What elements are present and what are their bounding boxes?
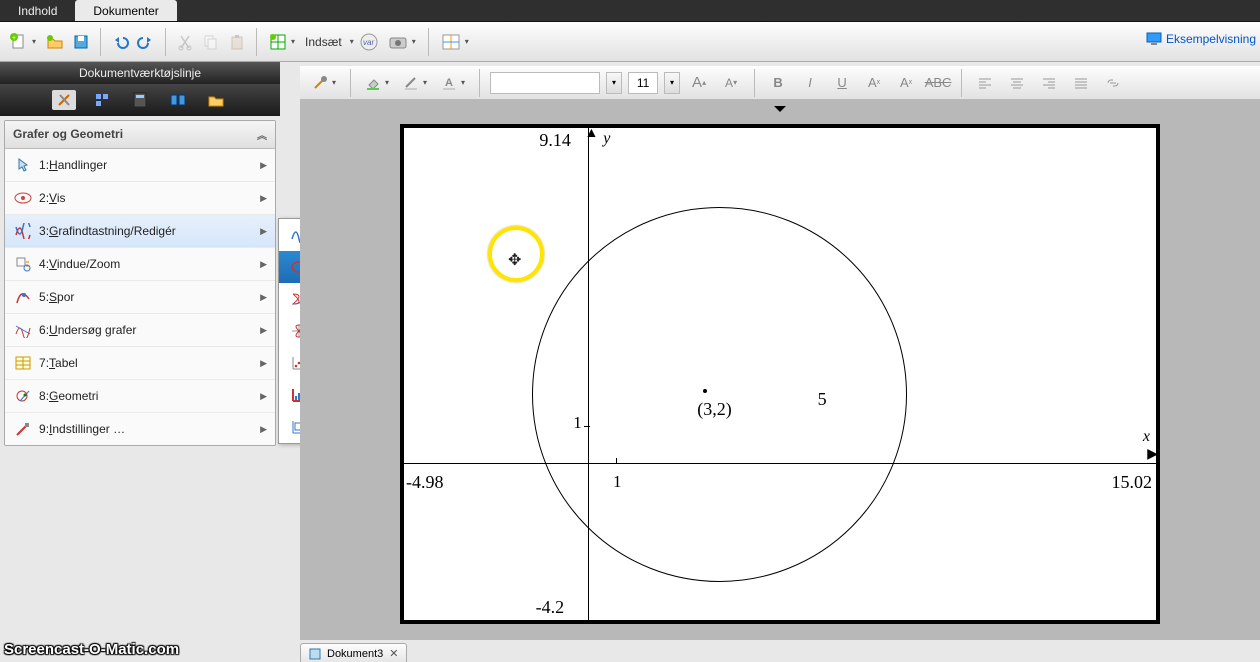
top-tab-bar: Indhold Dokumenter	[0, 0, 1260, 22]
svg-text:A: A	[445, 77, 453, 89]
x-axis-label: x	[1143, 428, 1150, 446]
menu-graph-entry[interactable]: 3:Grafindtastning/Redigér▶	[5, 215, 275, 248]
svg-text:+: +	[12, 35, 16, 42]
panel-collapse-icon[interactable]: ︽	[257, 127, 267, 142]
graph-page[interactable]: ▲ ▶ y x 9.14 -4.2 -4.98 15.02 1 1 (3,2) …	[400, 124, 1160, 624]
open-doc-button[interactable]	[44, 31, 66, 53]
y-axis-label: y	[603, 130, 610, 148]
underline-button[interactable]: U	[829, 72, 855, 94]
graphs-geometry-panel: Grafer og Geometri ︽ 1:Handlinger▶ 2:Vis…	[4, 120, 276, 446]
text-color-button[interactable]: A▾	[437, 72, 469, 94]
close-tab-button[interactable]: ✕	[389, 647, 398, 660]
highlight-ring-icon	[488, 226, 544, 282]
menu-window-zoom[interactable]: 4:Vindue/Zoom▶	[5, 248, 275, 281]
strikethrough-button[interactable]: ABC	[925, 72, 951, 94]
font-family-select[interactable]	[490, 72, 600, 94]
panel-header[interactable]: Grafer og Geometri ︽	[5, 121, 275, 149]
trace-icon	[13, 288, 33, 306]
page-indicator-icon	[774, 106, 786, 112]
copy-button[interactable]	[200, 31, 222, 53]
bold-button[interactable]: B	[765, 72, 791, 94]
font-decrease-button[interactable]: A▾	[718, 72, 744, 94]
new-doc-button[interactable]: +▾	[6, 31, 40, 53]
eye-icon	[13, 189, 33, 207]
paste-button[interactable]	[226, 31, 248, 53]
menu-view[interactable]: 2:Vis▶	[5, 182, 275, 215]
fill-color-button[interactable]: ▾	[361, 72, 393, 94]
font-increase-button[interactable]: A▴	[686, 72, 712, 94]
align-left-button[interactable]	[972, 72, 998, 94]
menu-analyze[interactable]: 6:Undersøg grafer▶	[5, 314, 275, 347]
cut-button[interactable]	[174, 31, 196, 53]
graph-entry-icon	[13, 222, 33, 240]
y-max-label: 9.14	[539, 130, 571, 151]
canvas-area: ▲ ▶ y x 9.14 -4.2 -4.98 15.02 1 1 (3,2) …	[300, 100, 1260, 640]
y-arrowhead-icon: ▲	[584, 124, 598, 140]
menu-table[interactable]: 7:Tabel▶	[5, 347, 275, 380]
table-icon	[13, 354, 33, 372]
insert-grid-button[interactable]: ▾	[265, 31, 299, 53]
document-tab[interactable]: Dokument3 ✕	[300, 643, 407, 662]
font-family-dropdown[interactable]: ▾	[606, 72, 622, 94]
menu-actions[interactable]: 1:Handlinger▶	[5, 149, 275, 182]
folder-icon[interactable]	[204, 90, 228, 110]
page-sorter-icon[interactable]	[90, 90, 114, 110]
left-panel: Dokumentværktøjslinje Grafer og Geometri…	[0, 62, 280, 450]
analyze-icon	[13, 321, 33, 339]
main-toolbar: +▾ ▾ Indsæt ▾ var ▾ ▾ Eksempelvisning	[0, 22, 1260, 62]
radius-label: 5	[818, 389, 827, 410]
book-icon[interactable]	[166, 90, 190, 110]
graph-circle[interactable]	[532, 207, 907, 582]
settings-icon	[13, 420, 33, 438]
save-button[interactable]	[70, 31, 92, 53]
calculator-icon[interactable]	[128, 90, 152, 110]
center-label: (3,2)	[697, 399, 732, 420]
watermark: Screencast-O-Matic.com	[4, 641, 179, 658]
align-right-button[interactable]	[1036, 72, 1062, 94]
align-justify-button[interactable]	[1068, 72, 1094, 94]
camera-button[interactable]: ▾	[384, 31, 420, 53]
x-min-label: -4.98	[406, 472, 444, 493]
tab-content[interactable]: Indhold	[0, 0, 75, 21]
link-button[interactable]	[1100, 72, 1126, 94]
variable-button[interactable]: var	[358, 31, 380, 53]
x-max-label: 15.02	[1112, 472, 1153, 493]
format-toolbar: ▾ ▾ ▾ A▾ ▾ 11 ▾ A▴ A▾ B I U Ax Ax ABC	[300, 66, 1260, 100]
preview-link[interactable]: Eksempelvisning	[1146, 32, 1256, 46]
subscript-button[interactable]: Ax	[893, 72, 919, 94]
doc-toolbar-title: Dokumentværktøjslinje	[0, 62, 280, 84]
layout-button[interactable]: ▾	[437, 31, 473, 53]
x-arrowhead-icon: ▶	[1147, 445, 1158, 462]
pointer-icon	[13, 156, 33, 174]
undo-button[interactable]	[109, 31, 131, 53]
tool-wrench-button[interactable]: ▾	[308, 72, 340, 94]
y-min-label: -4.2	[536, 597, 565, 618]
menu-trace[interactable]: 5:Spor▶	[5, 281, 275, 314]
doc-toolbar-icons	[0, 84, 280, 116]
svg-text:var: var	[363, 38, 374, 47]
insert-label: Indsæt	[305, 35, 342, 49]
zoom-icon	[13, 255, 33, 273]
line-color-button[interactable]: ▾	[399, 72, 431, 94]
insert-dropdown[interactable]: ▾	[350, 37, 354, 46]
italic-button[interactable]: I	[797, 72, 823, 94]
menu-settings[interactable]: 9:Indstillinger …▶	[5, 413, 275, 445]
align-center-button[interactable]	[1004, 72, 1030, 94]
tools-icon[interactable]	[52, 90, 76, 110]
doc-icon	[309, 648, 321, 660]
tab-documents[interactable]: Dokumenter	[75, 0, 176, 21]
menu-geometry[interactable]: 8:Geometri▶	[5, 380, 275, 413]
geometry-icon	[13, 387, 33, 405]
redo-button[interactable]	[135, 31, 157, 53]
document-tab-bar: Dokument3 ✕	[300, 640, 407, 662]
superscript-button[interactable]: Ax	[861, 72, 887, 94]
font-size-dropdown[interactable]: ▾	[664, 72, 680, 94]
monitor-icon	[1146, 32, 1162, 46]
font-size-input[interactable]: 11	[628, 72, 658, 94]
